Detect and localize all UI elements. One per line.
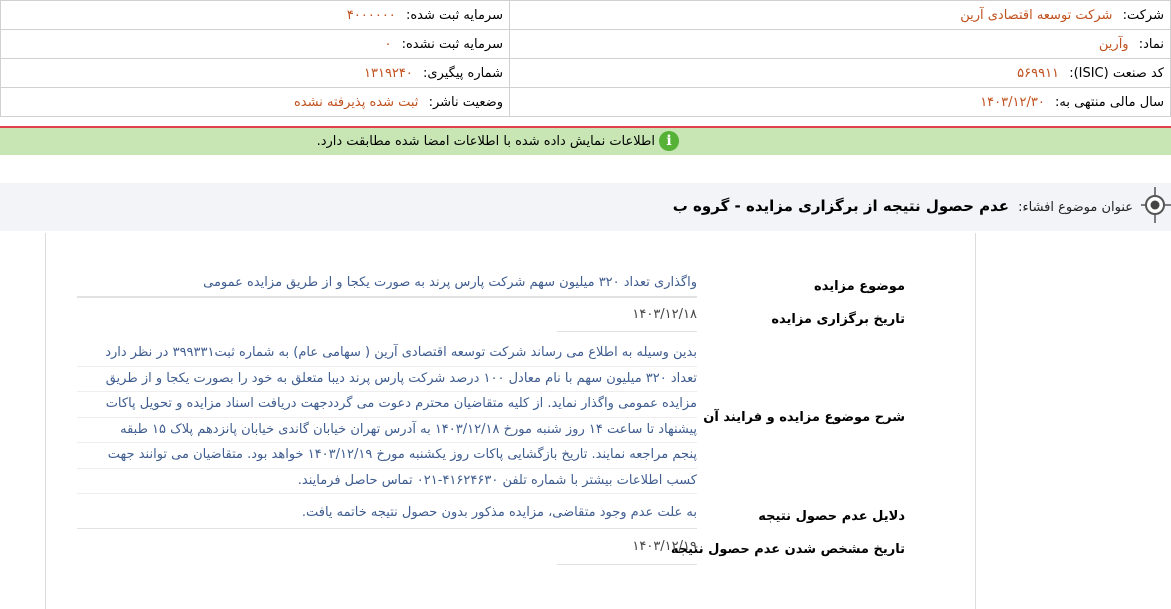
company-cell: شرکت: شرکت توسعه اقتصادی آرین <box>509 0 1171 30</box>
fiscal-year-label: سال مالی منتهی به: <box>1054 94 1164 110</box>
company-info-table: شرکت: شرکت توسعه اقتصادی آرین سرمایه ثبت… <box>0 0 1171 117</box>
info-row-isic: کد صنعت (ISIC): ۵۶۹۹۱۱ شماره پیگیری: ۱۳۱… <box>0 58 1171 88</box>
description-line: مزایده عمومی واگذار نماید. از کلیه متقاض… <box>77 392 697 418</box>
no-result-reasons-text: به علت عدم وجود متقاضی، مزایده مذکور بدو… <box>301 505 697 520</box>
auction-description-label: شرح موضوع مزایده و فرایند آن <box>703 410 905 425</box>
company-label: شرکت: <box>1122 7 1164 23</box>
info-row-company: شرکت: شرکت توسعه اقتصادی آرین سرمایه ثبت… <box>0 0 1171 30</box>
notice-text: اطلاعات نمایش داده شده با اطلاعات امضا ش… <box>316 133 655 149</box>
target-icon <box>1141 187 1171 223</box>
auction-date-value: ۱۴۰۳/۱۲/۱۸ <box>557 303 697 328</box>
unregistered-capital-cell: سرمایه ثبت نشده: ۰ <box>0 29 510 59</box>
fiscal-year-value: ۱۴۰۳/۱۲/۳۰ <box>980 94 1045 110</box>
company-value[interactable]: شرکت توسعه اقتصادی آرین <box>960 8 1112 23</box>
auction-date-text: ۱۴۰۳/۱۲/۱۸ <box>632 307 697 322</box>
info-icon: i <box>659 131 679 151</box>
disclosure-details: موضوع مزایده واگذاری تعداد ۳۲۰ میلیون سه… <box>45 233 976 609</box>
unregistered-capital-value: ۰ <box>384 36 392 52</box>
isic-label: کد صنعت (ISIC): <box>1069 65 1164 81</box>
info-row-fiscal-year: سال مالی منتهی به: ۱۴۰۳/۱۲/۳۰ وضعیت ناشر… <box>0 87 1171 117</box>
disclosure-title: عدم حصول نتیجه از برگزاری مزایده - گروه … <box>672 197 1010 215</box>
subject-underline <box>77 297 697 298</box>
tracking-number-cell: شماره پیگیری: ۱۳۱۹۲۴۰ <box>0 58 510 88</box>
isic-value: ۵۶۹۹۱۱ <box>1017 65 1060 81</box>
info-row-symbol: نماد: وآرین سرمایه ثبت نشده: ۰ <box>0 29 1171 59</box>
description-line: کسب اطلاعات بیشتر با شماره تلفن ۴۱۶۲۴۶۳۰… <box>77 469 697 494</box>
date-underline <box>557 331 697 332</box>
auction-subject-label: موضوع مزایده <box>814 279 905 294</box>
registered-capital-label: سرمایه ثبت شده: <box>405 7 503 23</box>
symbol-label: نماد: <box>1138 36 1164 52</box>
unregistered-capital-label: سرمایه ثبت نشده: <box>401 36 503 52</box>
symbol-cell: نماد: وآرین <box>509 29 1171 59</box>
no-result-reasons-label: دلایل عدم حصول نتیجه <box>758 509 905 524</box>
auction-description-value: بدین وسیله به اطلاع می رساند شرکت توسعه … <box>77 341 697 494</box>
isic-cell: کد صنعت (ISIC): ۵۶۹۹۱۱ <box>509 58 1171 88</box>
tracking-number-label: شماره پیگیری: <box>423 65 503 81</box>
no-result-reasons-value: به علت عدم وجود متقاضی، مزایده مذکور بدو… <box>77 501 697 526</box>
result-date-underline <box>557 564 697 565</box>
registered-capital-value: ۴۰۰۰۰۰۰ <box>346 7 396 23</box>
no-result-date-label: تاریخ مشخص شدن عدم حصول نتیجه <box>670 542 905 557</box>
description-line: پنجم مراجعه نمایند. تاریخ بازگشایی پاکات… <box>77 443 697 469</box>
symbol-value[interactable]: وآرین <box>1099 37 1129 52</box>
description-line: بدین وسیله به اطلاع می رساند شرکت توسعه … <box>77 341 697 367</box>
tracking-number-value: ۱۳۱۹۲۴۰ <box>364 65 413 81</box>
reason-underline <box>77 528 697 529</box>
publisher-status-label: وضعیت ناشر: <box>428 94 503 110</box>
no-result-date-value: ۱۴۰۳/۱۲/۱۹ <box>557 535 697 560</box>
publisher-status-value: ثبت شده پذیرفته نشده <box>294 94 419 110</box>
verification-notice: i اطلاعات نمایش داده شده با اطلاعات امضا… <box>0 128 1171 155</box>
description-line: پیشنهاد تا ساعت ۱۴ روز شنبه مورخ ۱۴۰۳/۱۲… <box>77 418 697 443</box>
auction-subject-value: واگذاری تعداد ۳۲۰ میلیون سهم شرکت پارس پ… <box>77 271 697 297</box>
auction-date-label: تاریخ برگزاری مزایده <box>771 312 905 327</box>
fiscal-year-cell: سال مالی منتهی به: ۱۴۰۳/۱۲/۳۰ <box>509 87 1171 117</box>
auction-subject-text: واگذاری تعداد ۳۲۰ میلیون سهم شرکت پارس پ… <box>203 275 697 290</box>
description-line: تعداد ۳۲۰ میلیون سهم با نام معادل ۱۰۰ در… <box>77 367 697 392</box>
publisher-status-cell: وضعیت ناشر: ثبت شده پذیرفته نشده <box>0 87 510 117</box>
registered-capital-cell: سرمایه ثبت شده: ۴۰۰۰۰۰۰ <box>0 0 510 30</box>
disclosure-title-bar: عنوان موضوع افشاء: عدم حصول نتیجه از برگ… <box>0 183 1171 231</box>
no-result-date-text: ۱۴۰۳/۱۲/۱۹ <box>632 539 697 554</box>
disclosure-subject-label: عنوان موضوع افشاء: <box>1018 200 1133 215</box>
